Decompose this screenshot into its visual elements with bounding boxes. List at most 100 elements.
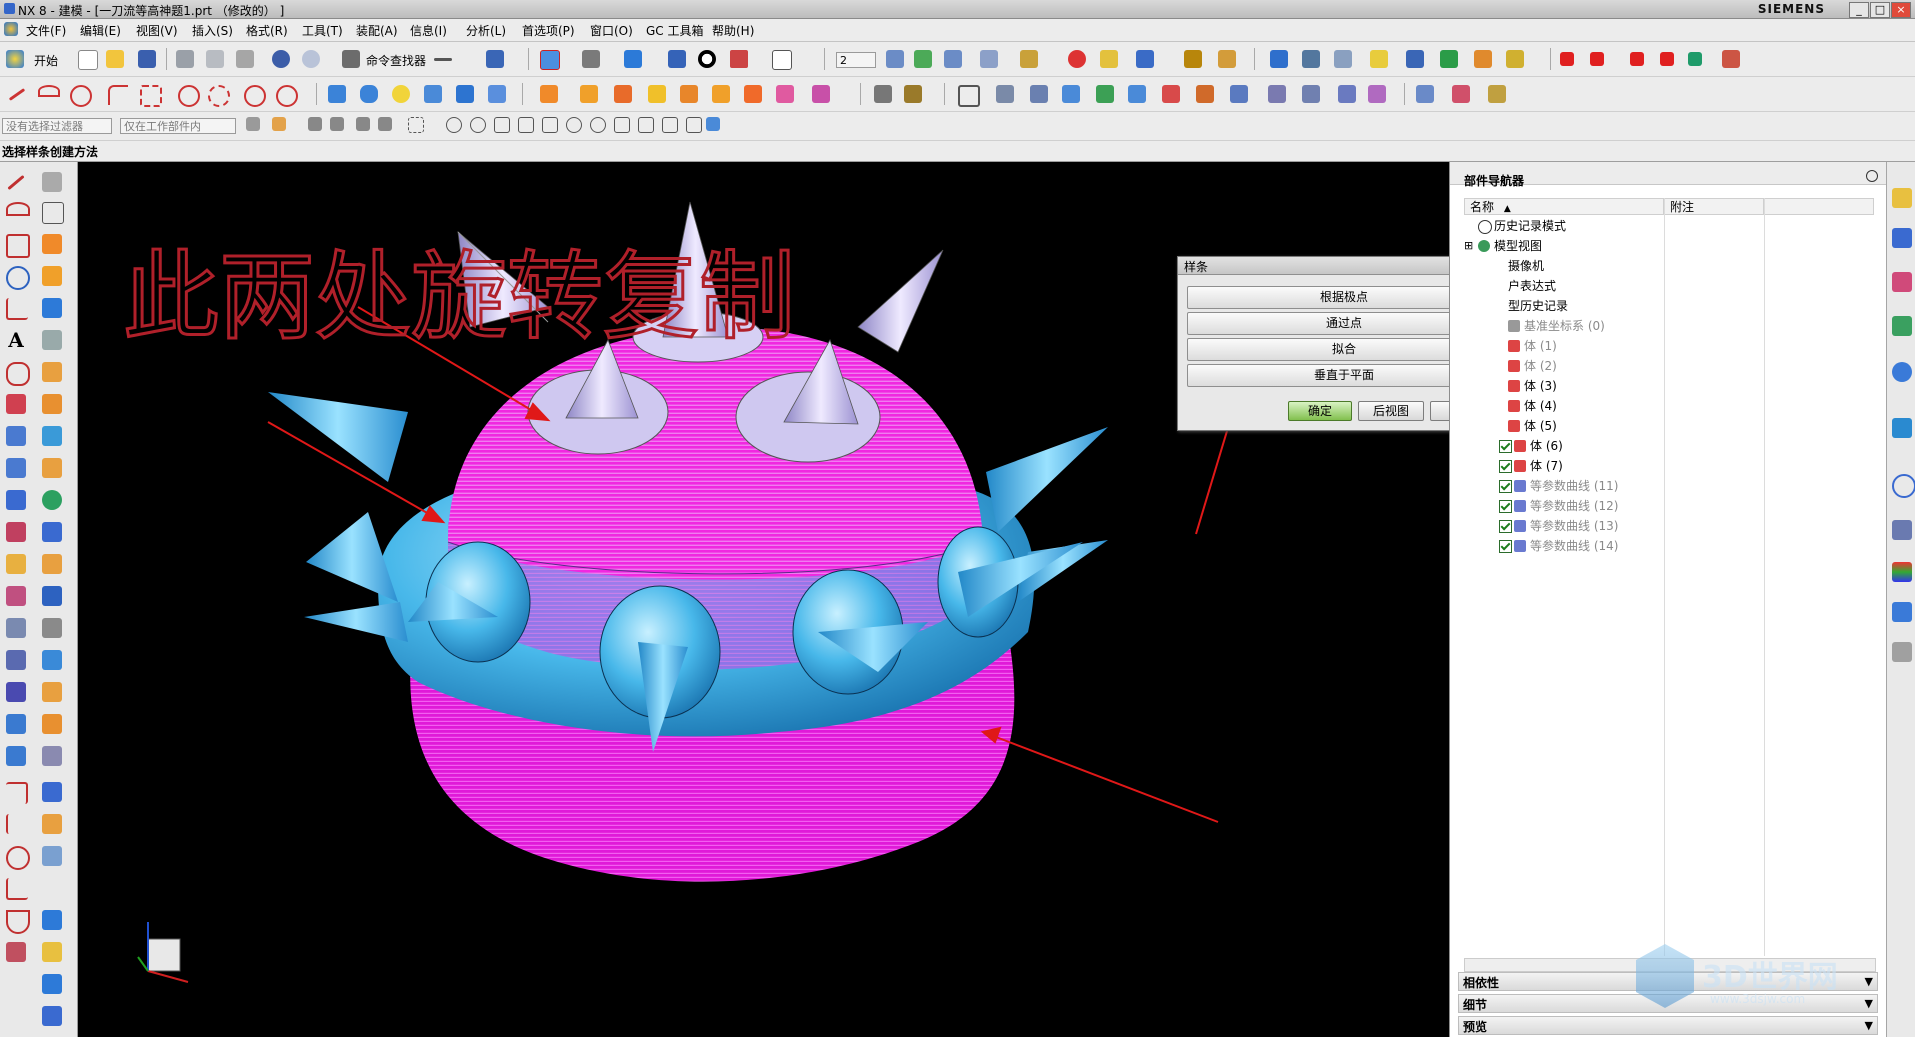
nav-item-datum-csys[interactable]: 基准坐标系 (0)	[1464, 316, 1884, 336]
mirror-feature-icon[interactable]	[812, 85, 830, 103]
nav-item-iso-curve-11[interactable]: 等参数曲线 (11)	[1464, 476, 1884, 496]
extrude-icon[interactable]	[456, 85, 474, 103]
spike-lavender-4[interactable]	[857, 249, 944, 353]
text-tool-icon[interactable]: A	[6, 330, 26, 350]
select-face-icon[interactable]	[308, 117, 322, 131]
line-style-icon[interactable]	[434, 58, 452, 61]
patch-icon[interactable]	[1338, 85, 1356, 103]
subtract-icon[interactable]	[580, 85, 598, 103]
pin-icon[interactable]	[1866, 170, 1878, 182]
nav-item-cameras[interactable]: 摄像机	[1464, 256, 1884, 276]
move-layer-icon[interactable]	[914, 50, 932, 68]
play-icon[interactable]	[1688, 52, 1702, 66]
system-scene-icon[interactable]	[1892, 602, 1912, 622]
annotation-icon[interactable]	[1370, 50, 1388, 68]
snap-existing-point-icon[interactable]	[614, 117, 630, 133]
snap-pole-icon[interactable]	[686, 117, 702, 133]
spline-icon[interactable]	[70, 85, 92, 107]
revolve-icon[interactable]	[488, 85, 506, 103]
tube-icon[interactable]	[424, 85, 442, 103]
join-curve-icon[interactable]	[6, 586, 26, 606]
menu-preferences[interactable]: 首选项(P)	[522, 22, 575, 39]
thicken-icon[interactable]	[1268, 85, 1286, 103]
sheet-icon[interactable]	[1302, 50, 1320, 68]
menu-help[interactable]: 帮助(H)	[712, 22, 754, 39]
solid-density-icon[interactable]	[42, 910, 62, 930]
shell-icon[interactable]	[712, 85, 730, 103]
law-curve-icon[interactable]	[6, 554, 26, 574]
snap-on-face-icon[interactable]	[662, 117, 678, 133]
line-icon[interactable]	[8, 88, 26, 101]
offset-curve-icon[interactable]	[6, 714, 26, 734]
table-icon[interactable]	[1334, 50, 1352, 68]
zoom-icon[interactable]	[582, 50, 600, 68]
smooth-spline-icon[interactable]	[6, 910, 30, 934]
fillet-curve-icon[interactable]	[108, 85, 128, 105]
snap-mid-icon[interactable]	[470, 117, 486, 133]
boss-icon[interactable]	[42, 394, 62, 414]
preview-panel[interactable]: 预览 ▼	[1458, 1016, 1878, 1035]
command-finder-button[interactable]: 命令查找器	[366, 52, 426, 69]
visibility-checkbox[interactable]	[1499, 540, 1512, 553]
visibility-checkbox[interactable]	[1499, 500, 1512, 513]
select-point-icon[interactable]	[378, 117, 392, 131]
sphere-icon[interactable]	[392, 85, 410, 103]
isoparametric-curve-icon[interactable]	[6, 746, 26, 766]
project-curve-icon[interactable]	[6, 394, 26, 414]
promote-icon[interactable]	[42, 846, 62, 866]
snap-control-icon[interactable]	[494, 117, 510, 133]
minimize-button[interactable]: _	[1849, 2, 1869, 18]
menu-window[interactable]: 窗口(O)	[590, 22, 633, 39]
nav-item-iso-curve-13[interactable]: 等参数曲线 (13)	[1464, 516, 1884, 536]
render-style-icon[interactable]	[668, 50, 686, 68]
spike-cyan-left-3[interactable]	[304, 602, 408, 642]
helix-icon[interactable]	[6, 522, 26, 542]
new-file-icon[interactable]	[78, 50, 98, 70]
point-icon[interactable]	[276, 85, 298, 107]
nav-item-body-5[interactable]: 体 (5)	[1464, 416, 1884, 436]
spike-cyan-left-1[interactable]	[268, 392, 408, 482]
offset-face-icon[interactable]	[42, 298, 62, 318]
circle-icon[interactable]	[178, 85, 200, 107]
constraint-icon[interactable]	[1474, 50, 1492, 68]
next-frame-icon[interactable]	[1630, 52, 1644, 66]
copy-layer-icon[interactable]	[944, 50, 962, 68]
menu-info[interactable]: 信息(I)	[410, 22, 447, 39]
through-curves-icon[interactable]	[996, 85, 1014, 103]
start-icon[interactable]	[6, 50, 24, 68]
roles-icon[interactable]	[1892, 562, 1912, 582]
snap-end-icon[interactable]	[446, 117, 462, 133]
dome-surface[interactable]	[448, 327, 983, 580]
previous-frame-icon[interactable]	[1590, 52, 1604, 66]
visibility-checkbox[interactable]	[1499, 520, 1512, 533]
snap-point-icon[interactable]	[1068, 50, 1086, 68]
sketch-icon[interactable]	[42, 172, 62, 192]
measure-icon[interactable]	[486, 50, 504, 68]
swept-icon[interactable]	[1062, 85, 1080, 103]
bridge-icon[interactable]	[1128, 85, 1146, 103]
sheet-body-icon[interactable]	[42, 1006, 62, 1026]
save-icon[interactable]	[138, 50, 156, 68]
visibility-checkbox[interactable]	[1499, 460, 1512, 473]
datum-plane-icon[interactable]	[874, 85, 892, 103]
last-frame-icon[interactable]	[1660, 52, 1674, 66]
circle-center-icon[interactable]	[208, 85, 230, 107]
nav-item-body-1[interactable]: 体 (1)	[1464, 336, 1884, 356]
close-button[interactable]: ×	[1891, 2, 1911, 18]
name-column-header[interactable]: 名称 ▲	[1464, 198, 1664, 215]
rectangle-select-icon[interactable]	[408, 117, 424, 133]
note-column-header[interactable]: 附注	[1664, 198, 1764, 215]
intersect-curve-icon[interactable]	[6, 426, 26, 446]
menu-gc-toolbox[interactable]: GC 工具箱	[646, 22, 704, 39]
visibility-checkbox[interactable]	[1499, 480, 1512, 493]
hole-icon[interactable]	[42, 362, 62, 382]
snap-tangent-icon[interactable]	[542, 117, 558, 133]
nav-item-body-2[interactable]: 体 (2)	[1464, 356, 1884, 376]
rectangle-icon[interactable]	[140, 85, 162, 107]
sketch-arc-icon[interactable]	[6, 202, 30, 216]
nav-item-body-3[interactable]: 体 (3)	[1464, 376, 1884, 396]
block-icon[interactable]	[328, 85, 346, 103]
wcs-icon[interactable]	[1020, 50, 1038, 68]
work-layer-combo[interactable]: 2	[836, 52, 876, 68]
sketch-line-icon[interactable]	[7, 174, 25, 191]
